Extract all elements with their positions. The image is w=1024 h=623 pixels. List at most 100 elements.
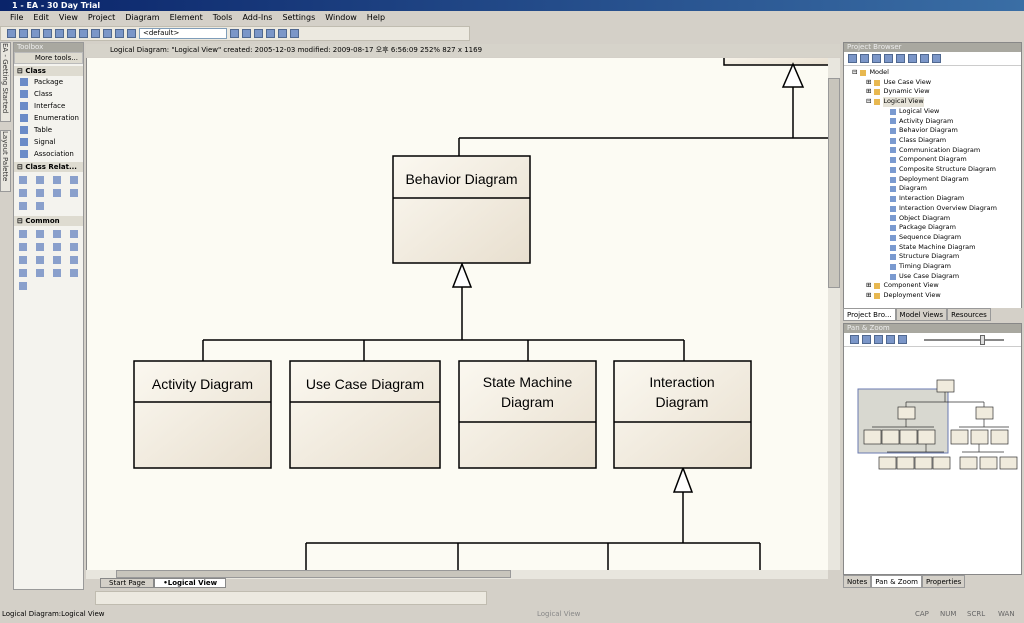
more-tools-button[interactable]: More tools... [14, 52, 83, 64]
tree-node-diagram[interactable]: State Machine Diagram [844, 243, 1021, 253]
tree-node-view[interactable]: ⊞ Use Case View [844, 78, 1021, 88]
page-icon[interactable] [103, 29, 112, 38]
common-tool-icon[interactable] [53, 243, 61, 251]
relationship-tool-icon[interactable] [53, 176, 61, 184]
tree-node-diagram[interactable]: Behavior Diagram [844, 126, 1021, 136]
common-tool-icon[interactable] [53, 230, 61, 238]
common-tool-icon[interactable] [70, 243, 78, 251]
arrow-up-icon[interactable] [920, 54, 929, 63]
common-tool-icon[interactable] [36, 256, 44, 264]
menu-file[interactable]: File [10, 11, 23, 25]
menu-edit[interactable]: Edit [33, 11, 49, 25]
tool-enumeration[interactable]: Enumeration [14, 112, 83, 124]
common-tool-icon[interactable] [19, 243, 27, 251]
tool-class[interactable]: Class [14, 88, 83, 100]
common-tool-icon[interactable] [70, 269, 78, 277]
diagram-canvas[interactable]: Behavior Diagram Activity Diagram Use Ca… [86, 58, 828, 570]
zoom-in-icon[interactable] [850, 335, 859, 344]
find-icon[interactable] [896, 54, 905, 63]
tab-logical-view[interactable]: •Logical View [154, 578, 227, 588]
tree-node-diagram[interactable]: Sequence Diagram [844, 233, 1021, 243]
save-all-icon[interactable] [67, 29, 76, 38]
new-diagram-icon[interactable] [872, 54, 881, 63]
tool-interface[interactable]: Interface [14, 100, 83, 112]
search-icon[interactable] [266, 29, 275, 38]
common-tool-icon[interactable] [53, 256, 61, 264]
common-tool-icon[interactable] [36, 243, 44, 251]
class-interaction-diagram[interactable]: Interaction Diagram [613, 360, 752, 469]
tree-node-view[interactable]: ⊞ Component View [844, 281, 1021, 291]
relationship-tool-icon[interactable] [36, 176, 44, 184]
class-state-machine-diagram[interactable]: State Machine Diagram [458, 360, 597, 469]
common-tool-icon[interactable] [53, 269, 61, 277]
zoom-page-icon[interactable] [898, 335, 907, 344]
tool-table[interactable]: Table [14, 124, 83, 136]
diagram-icon[interactable] [242, 29, 251, 38]
new-view-icon[interactable] [860, 54, 869, 63]
menu-window[interactable]: Window [325, 11, 357, 25]
tree-node-diagram[interactable]: Use Case Diagram [844, 272, 1021, 282]
relationship-tool-icon[interactable] [19, 176, 27, 184]
tree-node-diagram[interactable]: Component Diagram [844, 155, 1021, 165]
tree-node-diagram[interactable]: Deployment Diagram [844, 175, 1021, 185]
common-tool-icon[interactable] [70, 256, 78, 264]
paste-icon[interactable] [55, 29, 64, 38]
tab-layout-palette[interactable]: Layout Palette [0, 130, 11, 192]
zoom-fit-icon[interactable] [874, 335, 883, 344]
tree-node-diagram[interactable]: Package Diagram [844, 223, 1021, 233]
tool-association[interactable]: Association [14, 148, 83, 160]
common-tool-icon[interactable] [19, 269, 27, 277]
common-tool-icon[interactable] [19, 282, 27, 290]
relationship-tool-icon[interactable] [70, 189, 78, 197]
tree-node-view[interactable]: ⊞ Deployment View [844, 291, 1021, 301]
new-element-icon[interactable] [884, 54, 893, 63]
tree-node-diagram[interactable]: Interaction Diagram [844, 194, 1021, 204]
tree-node-diagram[interactable]: Activity Diagram [844, 117, 1021, 127]
binoculars-icon[interactable] [278, 29, 287, 38]
tree-node-diagram[interactable]: Logical View [844, 107, 1021, 117]
zoom-slider-knob[interactable] [980, 334, 986, 345]
section-class[interactable]: ⊟ Class [14, 66, 83, 76]
properties-icon[interactable] [908, 54, 917, 63]
common-tool-icon[interactable] [36, 230, 44, 238]
zoom-slider[interactable] [924, 334, 1004, 345]
scroll-thumb[interactable] [828, 78, 840, 288]
menu-help[interactable]: Help [367, 11, 385, 25]
common-tool-icon[interactable] [36, 269, 44, 277]
menu-add-ins[interactable]: Add-Ins [242, 11, 272, 25]
tab-properties[interactable]: Properties [921, 575, 966, 588]
tab-start-page[interactable]: Start Page [100, 578, 155, 588]
relationship-tool-icon[interactable] [70, 176, 78, 184]
zoom-out-icon[interactable] [862, 335, 871, 344]
tab-resources[interactable]: Resources [947, 308, 991, 321]
tree-node-diagram[interactable]: Diagram [844, 184, 1021, 194]
relationship-tool-icon[interactable] [53, 189, 61, 197]
menu-view[interactable]: View [59, 11, 78, 25]
scroll-thumb[interactable] [116, 570, 511, 578]
tab-model-views[interactable]: Model Views [895, 308, 948, 321]
common-tool-icon[interactable] [19, 256, 27, 264]
relationship-tool-icon[interactable] [36, 189, 44, 197]
tree-node-diagram[interactable]: Communication Diagram [844, 146, 1021, 156]
open-icon[interactable] [19, 29, 28, 38]
tree-node-diagram[interactable]: Composite Structure Diagram [844, 165, 1021, 175]
common-tool-icon[interactable] [19, 230, 27, 238]
tree-node-diagram[interactable]: Timing Diagram [844, 262, 1021, 272]
tree-node-diagram[interactable]: Structure Diagram [844, 252, 1021, 262]
class-use-case-diagram[interactable]: Use Case Diagram [289, 360, 441, 469]
section-common[interactable]: ⊟ Common [14, 216, 83, 226]
tree-node-diagram[interactable]: Class Diagram [844, 136, 1021, 146]
zoom-100-icon[interactable] [886, 335, 895, 344]
relationship-tool-icon[interactable] [36, 202, 44, 210]
tab-notes[interactable]: Notes [843, 575, 872, 588]
help-icon[interactable] [230, 29, 239, 38]
class-behavior-diagram[interactable]: Behavior Diagram [392, 155, 531, 264]
section-class-relationships[interactable]: ⊟ Class Relat... [14, 162, 83, 172]
tree-node-model[interactable]: ⊟ Model [844, 68, 1021, 78]
relationship-tool-icon[interactable] [19, 189, 27, 197]
new-package-icon[interactable] [848, 54, 857, 63]
menu-tools[interactable]: Tools [213, 11, 233, 25]
find-icon[interactable] [127, 29, 136, 38]
tree-node-view[interactable]: ⊞ Dynamic View [844, 87, 1021, 97]
diagram-thumbnail[interactable] [844, 347, 1021, 567]
